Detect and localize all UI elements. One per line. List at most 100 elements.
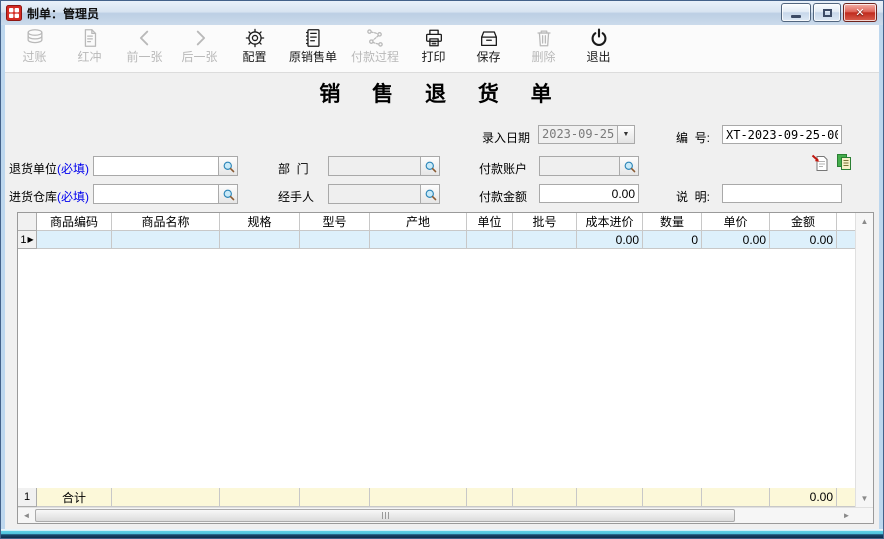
- horizontal-scrollbar[interactable]: ◄ ►: [18, 508, 855, 523]
- row-pointer-icon: ▶: [27, 236, 33, 244]
- return-unit-lookup-button[interactable]: [218, 157, 237, 175]
- toolbar-button-payment-process: 付款过程: [344, 27, 406, 71]
- scroll-down-icon[interactable]: ▼: [856, 490, 873, 507]
- warehouse-input[interactable]: [94, 185, 218, 203]
- app-icon: [6, 5, 22, 21]
- remark-input[interactable]: [722, 184, 842, 203]
- horizontal-scroll-track[interactable]: [735, 508, 838, 523]
- entry-date-label: 录入日期: [482, 129, 530, 146]
- summary-cell: [577, 488, 643, 507]
- col-header-unit: 单位: [467, 213, 513, 231]
- document-icon: [79, 27, 101, 49]
- toolbar-button-print[interactable]: 打印: [406, 27, 461, 71]
- items-grid: 商品编码 商品名称 规格 型号 产地 单位 批号 成本进价 数量 单价 金额: [17, 212, 874, 524]
- magnifier-icon: [623, 160, 636, 173]
- chevron-down-icon[interactable]: ▼: [617, 126, 634, 143]
- scroll-up-icon[interactable]: ▲: [856, 213, 873, 230]
- col-header-cost-price: 成本进价: [577, 213, 643, 231]
- cell-product-name[interactable]: [112, 231, 220, 249]
- row-number: 1▶: [18, 231, 37, 249]
- copy-document-icon[interactable]: [835, 153, 853, 171]
- handler-label: 经手人: [278, 188, 314, 205]
- summary-cell: [220, 488, 300, 507]
- chevron-right-icon: [189, 27, 211, 49]
- summary-cell: [112, 488, 220, 507]
- summary-cell: [702, 488, 770, 507]
- restore-button[interactable]: [813, 3, 841, 22]
- toolbar-button-delete: 删除: [516, 27, 571, 71]
- import-document-icon[interactable]: [811, 153, 829, 171]
- scroll-left-icon[interactable]: ◄: [18, 508, 35, 523]
- close-button[interactable]: ✕: [843, 3, 877, 22]
- cell-quantity[interactable]: 0: [643, 231, 702, 249]
- minimize-icon: [791, 15, 801, 18]
- handler-lookup-button[interactable]: [420, 185, 439, 203]
- close-icon: ✕: [855, 6, 864, 19]
- payment-amount-input[interactable]: [539, 184, 639, 203]
- toolbar-button-original-sales-order[interactable]: 原销售单: [282, 27, 344, 71]
- department-input: [329, 157, 420, 175]
- trash-icon: [533, 27, 555, 49]
- magnifier-icon: [222, 160, 235, 173]
- workflow-icon: [364, 27, 386, 49]
- payment-account-lookup-button[interactable]: [619, 157, 638, 175]
- summary-row: 1 合计 0.00: [18, 488, 855, 507]
- gear-icon: [244, 27, 266, 49]
- warehouse-field: [93, 184, 238, 204]
- window-title: 制单：管理员: [27, 5, 99, 22]
- cell-product-code[interactable]: [37, 231, 112, 249]
- col-header-product-name: 商品名称: [112, 213, 220, 231]
- title-bar: 制单：管理员 ✕: [1, 1, 883, 25]
- toolbar-button-configure[interactable]: 配置: [227, 27, 282, 71]
- payment-account-input: [540, 157, 619, 175]
- minimize-button[interactable]: [781, 3, 811, 22]
- horizontal-scroll-thumb[interactable]: [35, 509, 735, 522]
- cell-cost-price[interactable]: 0.00: [577, 231, 643, 249]
- cell-batch-no[interactable]: [513, 231, 577, 249]
- vertical-scroll-track[interactable]: [856, 230, 873, 490]
- summary-filler: [837, 488, 855, 507]
- summary-cell: [513, 488, 577, 507]
- col-header-batch-no: 批号: [513, 213, 577, 231]
- payment-amount-label: 付款金额: [479, 188, 527, 205]
- cell-spec[interactable]: [220, 231, 300, 249]
- required-marker: (必填): [57, 190, 89, 204]
- handler-input: [329, 185, 420, 203]
- toolbar: 过账 红冲 前一张 后一张 配置 原销售单: [5, 25, 879, 73]
- app-window: 制单：管理员 ✕ 过账 红冲 前一张 后一张: [0, 0, 884, 539]
- cell-unit[interactable]: [467, 231, 513, 249]
- toolbar-button-exit[interactable]: 退出: [571, 27, 626, 71]
- toolbar-button-next: 后一张: [172, 27, 227, 71]
- cell-amount[interactable]: 0.00: [770, 231, 837, 249]
- handler-field: [328, 184, 440, 204]
- cell-unit-price[interactable]: 0.00: [702, 231, 770, 249]
- cell-model[interactable]: [300, 231, 370, 249]
- return-unit-label: 退货单位(必填): [9, 160, 89, 177]
- summary-amount: 0.00: [770, 488, 837, 507]
- doc-no-label: 编 号:: [676, 129, 710, 146]
- col-header-spec: 规格: [220, 213, 300, 231]
- toolbar-button-save[interactable]: 保存: [461, 27, 516, 71]
- drawer-save-icon: [478, 27, 500, 49]
- col-header-unit-price: 单价: [702, 213, 770, 231]
- col-header-model: 型号: [300, 213, 370, 231]
- printer-icon: [423, 27, 445, 49]
- department-label: 部 门: [278, 160, 309, 177]
- doc-no-input[interactable]: [722, 125, 842, 144]
- return-unit-input[interactable]: [94, 157, 218, 175]
- department-lookup-button[interactable]: [420, 157, 439, 175]
- col-header-quantity: 数量: [643, 213, 702, 231]
- warehouse-lookup-button[interactable]: [218, 185, 237, 203]
- toolbar-button-red-reverse: 红冲: [62, 27, 117, 71]
- magnifier-icon: [222, 188, 235, 201]
- summary-cell: [300, 488, 370, 507]
- cell-origin[interactable]: [370, 231, 467, 249]
- entry-date-combobox[interactable]: 2023-09-25 ▼: [538, 125, 635, 144]
- scroll-right-icon[interactable]: ►: [838, 508, 855, 523]
- department-field: [328, 156, 440, 176]
- coins-icon: [24, 27, 46, 49]
- col-header-amount: 金额: [770, 213, 837, 231]
- vertical-scrollbar[interactable]: ▲ ▼: [855, 213, 873, 507]
- row-header-corner: [18, 213, 37, 231]
- horizontal-scrollbar-row: ◄ ►: [18, 507, 873, 523]
